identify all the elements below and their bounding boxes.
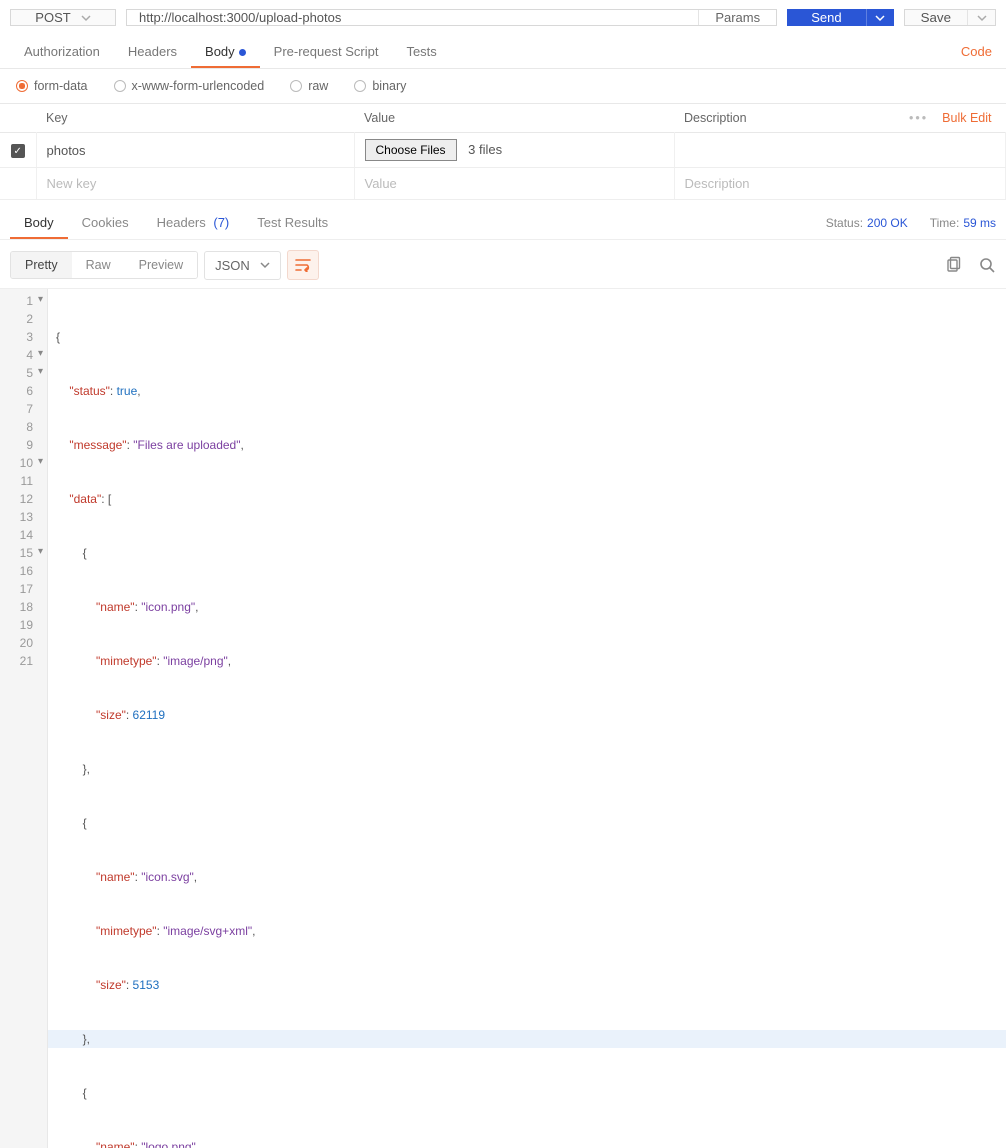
formdata-key-cell[interactable]: photos <box>36 133 354 168</box>
chevron-down-icon <box>81 13 91 23</box>
body-type-binary[interactable]: binary <box>354 79 406 93</box>
checkbox-checked-icon[interactable]: ✓ <box>11 144 25 158</box>
resp-tab-headers[interactable]: Headers (7) <box>143 207 244 238</box>
formdata-row[interactable]: ✓ photos Choose Files 3 files <box>0 133 1006 168</box>
col-key-header: Key <box>36 104 354 133</box>
response-json-viewer[interactable]: 1▾ 2 3 4▾ 5▾ 6 7 8 9 10▾ 11 12 13 14 15▾… <box>0 288 1006 1148</box>
http-method-dropdown[interactable]: POST <box>10 9 116 26</box>
choose-files-button[interactable]: Choose Files <box>365 139 457 161</box>
chevron-down-icon <box>260 260 270 270</box>
formdata-new-row[interactable]: New key Value Description <box>0 168 1006 200</box>
radio-icon <box>16 80 28 92</box>
tab-headers[interactable]: Headers <box>114 36 191 67</box>
wrap-lines-button[interactable] <box>287 250 319 280</box>
body-type-urlencoded[interactable]: x-www-form-urlencoded <box>114 79 265 93</box>
new-value-input[interactable]: Value <box>354 168 674 200</box>
http-method-label: POST <box>35 10 70 25</box>
resp-tab-cookies[interactable]: Cookies <box>68 207 143 238</box>
chevron-down-icon <box>875 13 885 23</box>
new-key-input[interactable]: New key <box>36 168 354 200</box>
col-desc-header: Description <box>674 104 876 133</box>
copy-response-button[interactable] <box>944 256 962 274</box>
file-count-label: 3 files <box>468 142 502 157</box>
tab-body[interactable]: Body <box>191 36 260 67</box>
body-type-formdata[interactable]: form-data <box>16 79 88 93</box>
formdata-table: Key Value Description ••• Bulk Edit ✓ pho… <box>0 103 1006 200</box>
body-type-raw[interactable]: raw <box>290 79 328 93</box>
resp-status: Status:200 OK <box>826 216 908 230</box>
view-pretty-button[interactable]: Pretty <box>11 252 72 278</box>
url-input[interactable] <box>127 10 698 25</box>
save-button[interactable]: Save <box>905 10 967 25</box>
bulk-edit-link[interactable]: Bulk Edit <box>942 111 991 125</box>
radio-icon <box>354 80 366 92</box>
line-number-gutter: 1▾ 2 3 4▾ 5▾ 6 7 8 9 10▾ 11 12 13 14 15▾… <box>0 289 48 1148</box>
radio-icon <box>290 80 302 92</box>
send-dropdown-button[interactable] <box>866 9 894 26</box>
send-button[interactable]: Send <box>787 9 865 26</box>
resp-tab-tests[interactable]: Test Results <box>243 207 342 238</box>
response-code-body[interactable]: { "status": true, "message": "Files are … <box>48 289 1006 1148</box>
new-desc-input[interactable]: Description <box>674 168 1006 200</box>
more-icon[interactable]: ••• <box>909 111 928 125</box>
search-response-button[interactable] <box>978 256 996 274</box>
col-value-header: Value <box>354 104 674 133</box>
unsaved-dot-icon <box>239 49 246 56</box>
tab-tests[interactable]: Tests <box>392 36 450 67</box>
resp-time: Time:59 ms <box>930 216 996 230</box>
response-language-dropdown[interactable]: JSON <box>204 251 281 280</box>
wrap-icon <box>295 258 311 272</box>
tab-prerequest[interactable]: Pre-request Script <box>260 36 393 67</box>
resp-tab-body[interactable]: Body <box>10 207 68 238</box>
view-preview-button[interactable]: Preview <box>125 252 197 278</box>
view-raw-button[interactable]: Raw <box>72 252 125 278</box>
save-dropdown-button[interactable] <box>967 10 995 25</box>
radio-icon <box>114 80 126 92</box>
params-button[interactable]: Params <box>698 10 776 25</box>
code-link[interactable]: Code <box>961 44 996 59</box>
chevron-down-icon <box>977 13 987 23</box>
tab-authorization[interactable]: Authorization <box>10 36 114 67</box>
